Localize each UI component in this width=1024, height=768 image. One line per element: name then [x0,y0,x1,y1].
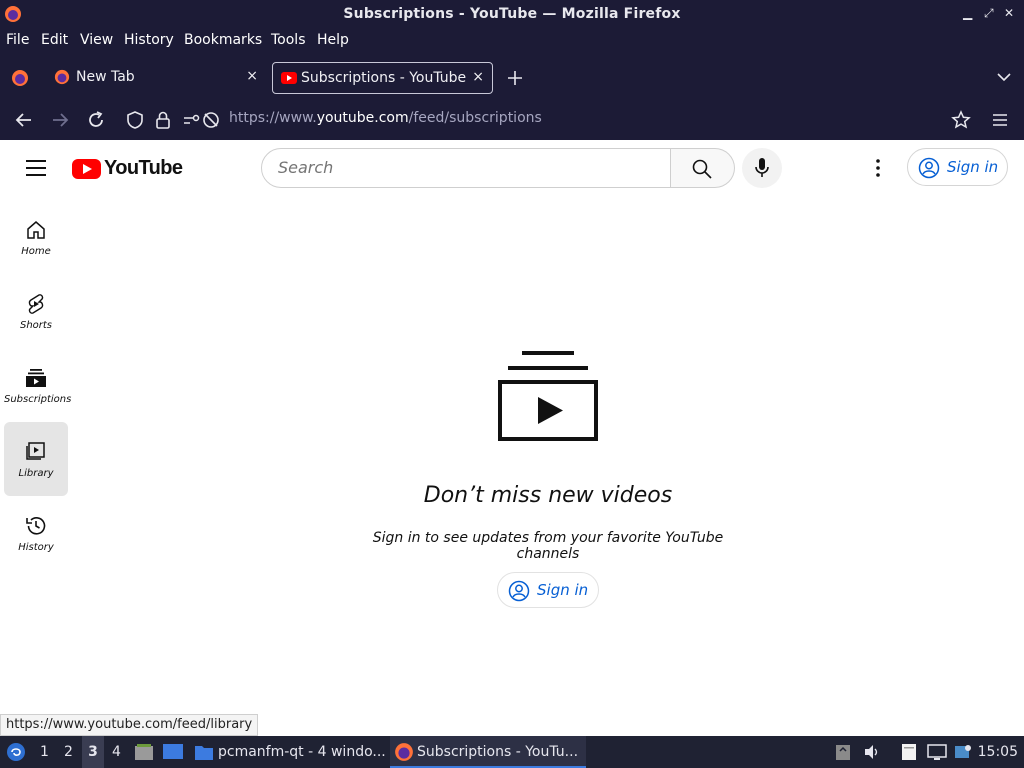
sidebar-item-history[interactable]: History [4,496,68,570]
window-title: Subscriptions - YouTube — Mozilla Firefo… [343,6,681,22]
notes-icon[interactable] [899,742,919,762]
task-firefox[interactable]: Subscriptions - YouTu... [390,736,586,768]
yt-header: YouTube Sign in [0,140,1024,196]
url-bar[interactable]: https://www.youtube.com/feed/subscriptio… [229,110,542,126]
tab-new-tab[interactable]: New Tab × [48,62,266,94]
url-domain: youtube.com [316,110,409,126]
forward-icon[interactable] [49,109,71,131]
url-prefix: https://www. [229,110,317,126]
sidebar-item-home[interactable]: Home [4,200,68,274]
empty-state-subtitle: Sign in to see updates from your favorit… [372,530,724,562]
nav-bar: https://www.youtube.com/feed/subscriptio… [0,100,1024,140]
menu-help[interactable]: Help [317,32,349,48]
search-box[interactable] [261,148,671,188]
menu-view[interactable]: View [80,32,113,48]
file-manager-icon[interactable] [134,743,154,761]
firefox-tab-icon [54,69,70,85]
start-menu-icon[interactable] [6,742,26,762]
tab-bar: New Tab × Subscriptions - YouTube × [0,54,1024,100]
microphone-icon [755,158,769,177]
list-tabs-icon[interactable] [996,72,1012,82]
shorts-icon [28,294,44,314]
volume-icon[interactable] [863,744,881,760]
tab-close-icon[interactable]: × [246,68,258,84]
menu-tools[interactable]: Tools [271,32,306,48]
sidebar-item-shorts[interactable]: Shorts [4,274,68,348]
close-window-icon[interactable]: ✕ [1004,6,1014,20]
lock-icon[interactable] [152,109,174,131]
subscriptions-empty-icon [498,351,598,441]
menu-file[interactable]: File [6,32,29,48]
back-icon[interactable] [13,109,35,131]
sign-in-label: Sign in [947,158,999,176]
minimize-icon[interactable]: ▁ [963,6,972,20]
search-input[interactable] [278,158,658,177]
status-url: https://www.youtube.com/feed/library [0,714,259,736]
clipboard-icon[interactable] [835,743,851,761]
account-icon [508,580,530,602]
sign-in-button[interactable]: Sign in [907,148,1008,186]
sign-in-label: Sign in [537,581,589,599]
menu-bookmarks[interactable]: Bookmarks [184,32,262,48]
updates-icon[interactable] [953,742,973,762]
menu-bar: File Edit View History Bookmarks Tools H… [0,28,1024,54]
bookmark-star-icon[interactable] [950,109,972,131]
workspace-2[interactable]: 2 [64,744,73,760]
firefox-view-icon[interactable] [11,69,29,87]
guide-menu-icon[interactable] [26,160,46,176]
window-titlebar: Subscriptions - YouTube — Mozilla Firefo… [0,0,1024,28]
clock: 15:05 [977,744,1018,760]
workspace-1[interactable]: 1 [40,744,49,760]
history-icon [26,517,46,535]
task-pcmanfm[interactable]: pcmanfm-qt - 4 windo... [194,736,386,768]
sidebar-item-label: Shorts [19,320,53,331]
voice-search-button[interactable] [742,148,782,188]
subscriptions-icon [26,369,46,387]
network-icon[interactable] [927,743,947,761]
empty-state-sign-in-button[interactable]: Sign in [497,572,599,608]
menu-edit[interactable]: Edit [41,32,68,48]
menu-history[interactable]: History [124,32,174,48]
tab-close-icon[interactable]: × [472,69,484,85]
search-icon [692,159,712,179]
search-button[interactable] [671,148,735,188]
sidebar-item-subscriptions[interactable]: Subscriptions [4,348,72,422]
sidebar-item-label: Library [18,468,54,479]
taskbar: 1 2 3 4 pcmanfm-qt - 4 windo... Subscrip… [0,736,1024,768]
firefox-icon [395,743,413,761]
account-icon [918,157,940,179]
tracking-blocked-icon[interactable] [200,109,222,131]
empty-state-title: Don’t miss new videos [423,483,673,508]
workspace-3[interactable]: 3 [82,736,104,768]
youtube-favicon-icon [281,72,297,84]
reload-icon[interactable] [85,109,107,131]
tab-label: Subscriptions - YouTube [301,70,467,86]
youtube-logo-text: YouTube [104,157,183,179]
sidebar-item-label: Home [21,246,51,257]
task-label: Subscriptions - YouTu... [417,744,579,760]
desktop-icon[interactable] [162,743,184,761]
tab-label: New Tab [76,69,135,85]
task-label: pcmanfm-qt - 4 windo... [218,744,386,760]
new-tab-icon[interactable] [507,70,523,86]
app-menu-icon[interactable] [989,109,1011,131]
sidebar-item-label: Subscriptions [4,394,72,405]
more-options-icon[interactable] [866,156,890,180]
tab-subscriptions[interactable]: Subscriptions - YouTube × [272,62,493,94]
restore-icon[interactable]: ⤢ [984,6,994,21]
youtube-play-icon [72,159,101,179]
sidebar-item-label: History [18,542,54,553]
shield-icon[interactable] [124,109,146,131]
home-icon [27,221,45,239]
sidebar-item-library[interactable]: Library [4,422,68,496]
workspace-4[interactable]: 4 [112,744,121,760]
url-path: /feed/subscriptions [408,110,542,126]
folder-icon [195,746,213,760]
library-icon [26,442,45,460]
